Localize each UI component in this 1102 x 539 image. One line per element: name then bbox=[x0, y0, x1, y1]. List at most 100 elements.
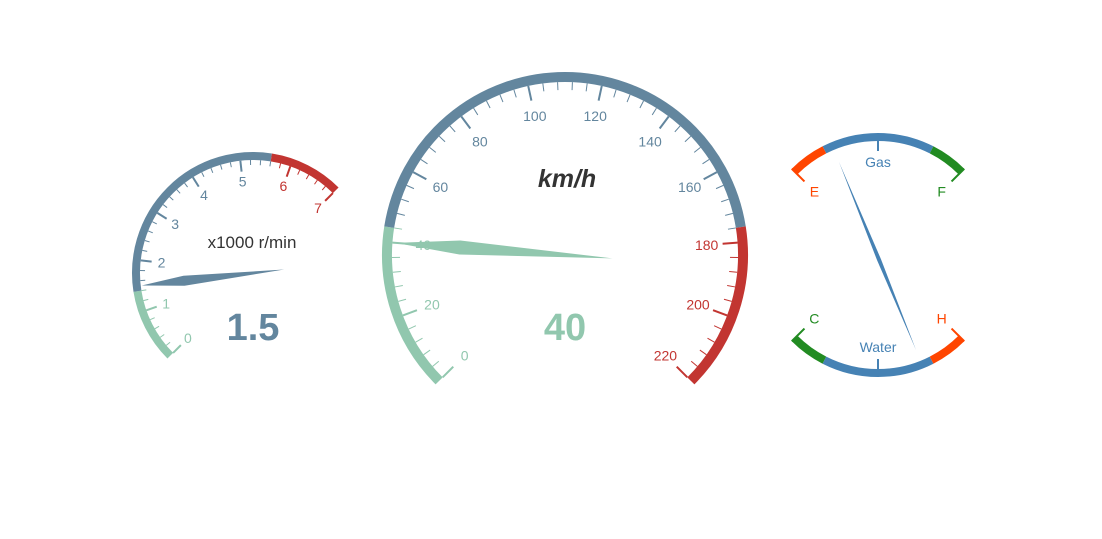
speed-minor-tick bbox=[585, 83, 588, 92]
rpm-minor-tick bbox=[144, 240, 150, 243]
rpm-value-display: 1.5 bbox=[227, 307, 280, 349]
speed-minor-tick bbox=[406, 184, 415, 190]
rpm-minor-tick bbox=[176, 189, 181, 194]
speed-major-tick bbox=[722, 241, 738, 245]
speed-minor-tick bbox=[707, 337, 715, 343]
speed-minor-tick bbox=[727, 284, 736, 288]
speed-major-tick bbox=[460, 115, 472, 130]
rpm-gauge: 0 1 2 3 4 5 6 7 x1000 r/min 1.5 bbox=[132, 152, 339, 359]
temp-arc-segment-2 bbox=[929, 335, 965, 364]
speed-minor-tick bbox=[715, 184, 724, 190]
speed-minor-tick bbox=[513, 89, 517, 98]
speed-minor-tick bbox=[415, 337, 423, 343]
speed-minor-tick bbox=[729, 270, 738, 273]
speed-minor-tick bbox=[398, 298, 407, 302]
speed-minor-tick bbox=[438, 135, 446, 143]
rpm-axis-label: 4 bbox=[200, 187, 208, 203]
speed-minor-tick bbox=[542, 83, 545, 92]
temp-end-label: H bbox=[937, 311, 947, 327]
rpm-axis-label: 7 bbox=[314, 200, 322, 216]
gauges-chart: 0 1 2 3 4 5 6 7 x1000 r/min 1.5 0 20 40 60 80 100 120… bbox=[132, 71, 965, 385]
rpm-minor-tick bbox=[314, 179, 318, 185]
speed-minor-tick bbox=[674, 125, 681, 133]
speed-axis-label: 160 bbox=[678, 179, 702, 195]
speed-minor-tick bbox=[432, 360, 440, 367]
speed-axis-label: 0 bbox=[461, 347, 469, 363]
rpm-major-tick bbox=[156, 212, 168, 220]
speed-minor-tick bbox=[420, 158, 428, 165]
speed-major-tick bbox=[712, 309, 728, 317]
speed-minor-tick bbox=[394, 227, 403, 230]
rpm-minor-tick bbox=[142, 249, 148, 252]
speed-major-tick bbox=[412, 171, 427, 181]
fuel-pointer bbox=[839, 162, 916, 350]
fuel-arc-segment-0 bbox=[791, 146, 827, 175]
rpm-minor-tick bbox=[269, 161, 272, 167]
speed-minor-tick bbox=[713, 325, 722, 330]
speed-arc-segment-1 bbox=[384, 71, 746, 228]
speed-minor-tick bbox=[690, 360, 698, 367]
speed-minor-tick bbox=[684, 135, 692, 143]
speed-minor-tick bbox=[639, 100, 644, 109]
rpm-minor-tick bbox=[165, 341, 171, 346]
rpm-axis-label: 1 bbox=[162, 295, 170, 311]
rpm-minor-tick bbox=[321, 185, 326, 191]
rpm-minor-tick bbox=[149, 317, 155, 321]
speed-minor-tick bbox=[613, 89, 617, 98]
speed-axis-label: 20 bbox=[424, 297, 440, 313]
speed-major-tick bbox=[676, 366, 689, 379]
speed-minor-tick bbox=[699, 349, 707, 356]
rpm-axis-label: 6 bbox=[279, 178, 287, 194]
speed-minor-tick bbox=[486, 100, 491, 109]
water-gauge-title: Water bbox=[860, 339, 897, 355]
speed-axis-label: 140 bbox=[638, 133, 662, 149]
speed-minor-tick bbox=[429, 147, 437, 153]
speed-minor-tick bbox=[473, 107, 479, 116]
temp-end-label: C bbox=[809, 311, 819, 327]
fuel-end-label: E bbox=[810, 183, 819, 199]
speed-minor-tick bbox=[721, 198, 729, 203]
speed-gauge-title: km/h bbox=[538, 165, 596, 193]
rpm-minor-tick bbox=[152, 221, 157, 225]
rpm-major-tick bbox=[140, 259, 152, 263]
water-axis-labels: CH bbox=[809, 311, 946, 327]
rpm-major-tick bbox=[285, 166, 292, 178]
rpm-needle bbox=[141, 269, 285, 286]
rpm-major-tick bbox=[192, 176, 200, 188]
speed-minor-tick bbox=[727, 227, 736, 230]
speed-minor-tick bbox=[723, 298, 732, 302]
rpm-minor-tick bbox=[147, 230, 153, 234]
rpm-axis-label: 2 bbox=[158, 255, 166, 271]
speed-minor-tick bbox=[725, 212, 734, 216]
speed-major-tick bbox=[527, 85, 533, 101]
fuel-gauge-title: Gas bbox=[865, 154, 891, 170]
speed-minor-tick bbox=[423, 349, 431, 356]
temp-arc-segment-0 bbox=[791, 335, 827, 364]
rpm-minor-tick bbox=[297, 169, 301, 175]
rpm-axis-label: 5 bbox=[239, 174, 247, 190]
rpm-major-tick bbox=[239, 160, 243, 172]
rpm-axis-label: 3 bbox=[171, 216, 179, 232]
speed-minor-tick bbox=[392, 270, 401, 273]
rpm-major-tick bbox=[172, 344, 182, 354]
fuel-arc-segment-2 bbox=[929, 146, 965, 175]
speed-value-display: 40 bbox=[544, 307, 586, 349]
rpm-minor-tick bbox=[154, 325, 160, 330]
fuel-end-label: F bbox=[937, 183, 946, 199]
rpm-minor-tick bbox=[184, 182, 188, 188]
speed-axis-label: 80 bbox=[472, 133, 488, 149]
speed-major-tick bbox=[703, 171, 718, 181]
speed-major-tick bbox=[658, 115, 670, 130]
speed-axis-label: 220 bbox=[654, 347, 678, 363]
rpm-pointer bbox=[141, 269, 285, 286]
speed-major-tick bbox=[402, 309, 418, 317]
speed-minor-tick bbox=[499, 94, 504, 103]
fuel-axis-labels: EF bbox=[810, 183, 946, 199]
rpm-minor-tick bbox=[159, 334, 165, 338]
speed-minor-tick bbox=[396, 212, 405, 216]
rpm-major-tick bbox=[146, 305, 158, 312]
speed-axis-label: 60 bbox=[433, 179, 449, 195]
rpm-gauge-title: x1000 r/min bbox=[208, 233, 297, 252]
speed-minor-tick bbox=[408, 325, 417, 330]
speed-major-tick bbox=[597, 85, 603, 101]
